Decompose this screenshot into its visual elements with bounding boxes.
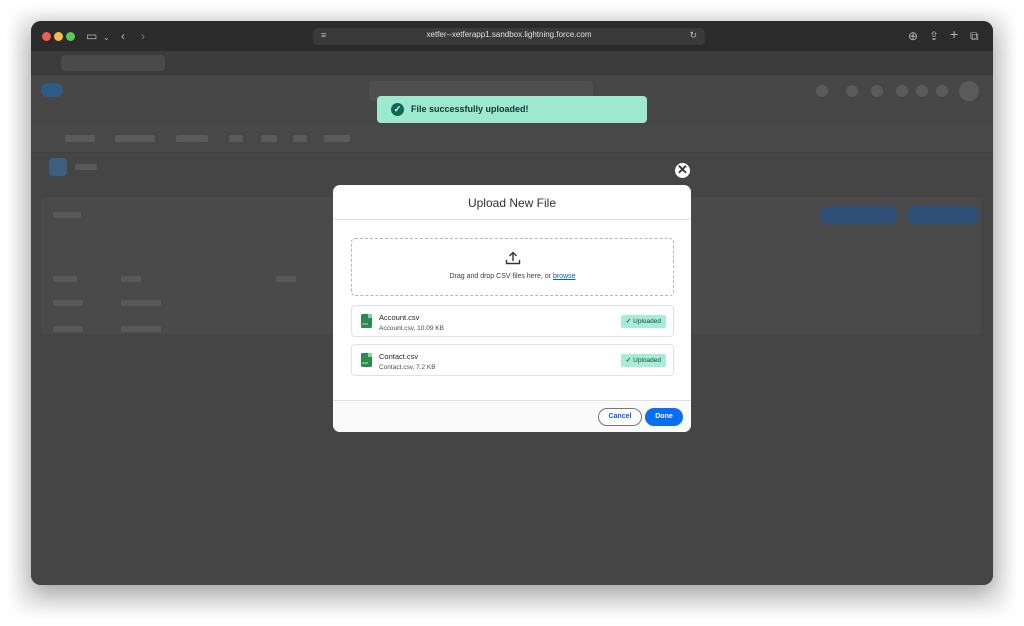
uploaded-badge: ✓ Uploaded xyxy=(620,354,666,367)
csv-file-icon: CSV xyxy=(361,353,372,367)
file-row: CSV Account.csv Account.csv, 10.09 KB ✓ U… xyxy=(351,305,674,337)
file-meta: Contact.csv, 7.2 KB xyxy=(379,364,436,371)
badge-label: Uploaded xyxy=(633,318,661,325)
success-check-icon: ✓ xyxy=(391,103,404,116)
browser-window: ▭ ⌄ ‹ › ≡ xetfer--xetferapp1.sandbox.lig… xyxy=(31,21,993,585)
check-icon: ✓ xyxy=(625,357,632,364)
badge-label: Uploaded xyxy=(633,357,661,364)
file-type-label: CSV xyxy=(362,322,369,326)
cancel-button[interactable]: Cancel xyxy=(598,408,642,426)
dropzone-instructions: Drag and drop CSV files here, or xyxy=(449,273,553,280)
check-icon: ✓ xyxy=(625,318,632,325)
file-dropzone[interactable]: Drag and drop CSV files here, or browse xyxy=(351,238,674,296)
done-button[interactable]: Done xyxy=(645,408,683,426)
browse-link[interactable]: browse xyxy=(553,273,576,280)
csv-file-icon: CSV xyxy=(361,314,372,328)
close-modal-button[interactable]: ✕ xyxy=(674,162,691,179)
dropzone-text: Drag and drop CSV files here, or browse xyxy=(352,273,673,280)
modal-title: Upload New File xyxy=(467,196,557,210)
toast-message: File successfully uploaded! xyxy=(411,104,529,114)
upload-icon xyxy=(505,251,521,265)
file-row: CSV Contact.csv Contact.csv, 7.2 KB ✓ Upl… xyxy=(351,344,674,376)
modal-header: Upload New File xyxy=(333,185,691,220)
upload-modal: Upload New File Drag and drop CSV files … xyxy=(333,185,691,432)
file-name: Account.csv xyxy=(379,313,420,322)
file-name: Contact.csv xyxy=(379,352,419,361)
file-type-label: CSV xyxy=(362,361,369,365)
file-meta: Account.csv, 10.09 KB xyxy=(379,325,444,332)
success-toast: ✓ File successfully uploaded! xyxy=(377,96,647,123)
uploaded-badge: ✓ Uploaded xyxy=(620,315,666,328)
modal-footer: Cancel Done xyxy=(333,400,691,432)
